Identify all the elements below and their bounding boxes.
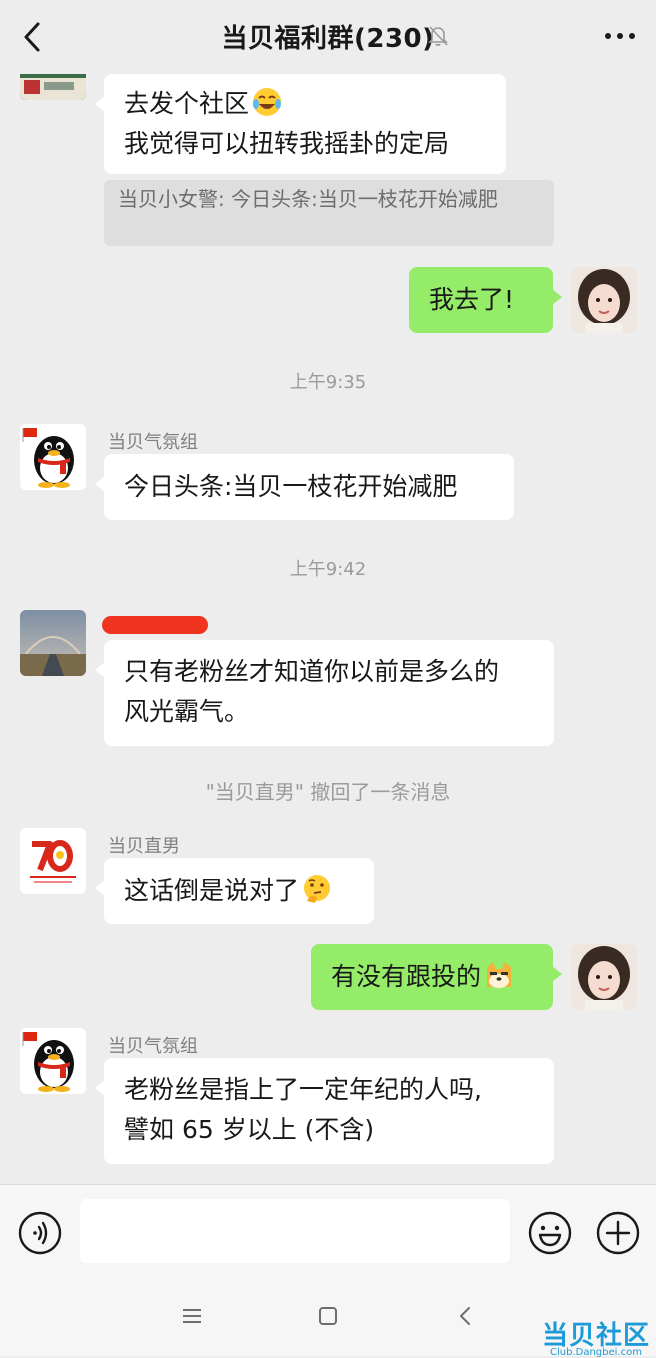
message-bubble[interactable]: 今日头条:当贝一枝花开始减肥 [95, 454, 514, 520]
message-bubble[interactable]: 只有老粉丝才知道你以前是多么的 风光霸气。 [95, 640, 554, 746]
qq-penguin-icon [20, 424, 86, 490]
input-bar [0, 1184, 656, 1278]
menu-icon[interactable] [180, 1304, 204, 1328]
message-bubble-self[interactable]: 我去了! [409, 267, 562, 333]
message-text: 老粉丝是指上了一定年纪的人吗, [124, 1075, 482, 1104]
message-bubble-self[interactable]: 有没有跟投的 [311, 944, 562, 1010]
message-text: 今日头条:当贝一枝花开始减肥 [124, 472, 458, 501]
message-text: 风光霸气。 [124, 697, 250, 726]
site-watermark: 当贝社区 Club.Dangbei.com [542, 1322, 650, 1358]
sender-name: 当贝气氛组 [108, 432, 198, 453]
sender-name: 当贝气氛组 [108, 1036, 198, 1057]
timestamp: 上午9:35 [289, 372, 367, 393]
message-bubble[interactable]: 这话倒是说对了 [95, 858, 374, 924]
avatar-70-logo-image [20, 828, 86, 894]
emoji-icon[interactable] [528, 1211, 572, 1255]
avatar[interactable] [20, 1028, 86, 1094]
timestamp: 上午9:42 [289, 559, 367, 580]
message-text: 只有老粉丝才知道你以前是多么的 [124, 657, 500, 686]
watermark-url: Club.Dangbei.com [550, 1347, 642, 1358]
thinking-emoji [304, 875, 331, 903]
chat-header: 当贝福利群(230) [0, 0, 656, 74]
chat-title: 当贝福利群(230) [221, 24, 435, 54]
avatar-girl-image [571, 267, 637, 333]
avatar-girl-image [571, 944, 637, 1010]
laughing-tears-emoji [253, 88, 282, 116]
message-bubble[interactable]: 去发个社区 我觉得可以扭转我摇卦的定局 [95, 74, 506, 174]
avatar[interactable] [20, 610, 86, 676]
avatar[interactable] [20, 828, 86, 894]
back-triangle-icon[interactable] [454, 1304, 478, 1328]
redacted-sender-name [102, 616, 208, 634]
message-text: 譬如 65 岁以上 (不含) [124, 1115, 375, 1144]
avatar[interactable] [20, 424, 86, 490]
recall-notice: "当贝直男" 撤回了一条消息 [205, 780, 451, 804]
watermark-title: 当贝社区 [541, 1320, 650, 1350]
message-text: 这话倒是说对了 [124, 876, 300, 905]
message-text: 去发个社区 [124, 84, 486, 124]
message-list[interactable]: 去发个社区 我觉得可以扭转我摇卦的定局 当贝小女警: 今日头条:当贝一枝花开始减… [0, 0, 656, 1184]
message-text: 我觉得可以扭转我摇卦的定局 [124, 129, 450, 158]
quoted-message[interactable]: 当贝小女警: 今日头条:当贝一枝花开始减肥 [104, 180, 554, 246]
self-avatar[interactable] [571, 944, 637, 1010]
message-text: 我去了! [429, 285, 515, 314]
more-dots-icon[interactable] [600, 22, 640, 50]
doge-emoji [487, 962, 512, 988]
self-avatar[interactable] [571, 267, 637, 333]
home-square-icon[interactable] [316, 1304, 340, 1328]
voice-input-icon[interactable] [18, 1211, 62, 1255]
avatar-landscape-image [20, 610, 86, 676]
plus-icon[interactable] [596, 1211, 640, 1255]
qq-penguin-icon [20, 1028, 86, 1094]
message-bubble[interactable]: 老粉丝是指上了一定年纪的人吗, 譬如 65 岁以上 (不含) [95, 1058, 554, 1164]
message-text: 有没有跟投的 [331, 962, 482, 991]
bell-muted-icon [428, 26, 448, 46]
sender-name: 当贝直男 [108, 836, 180, 857]
message-input[interactable] [80, 1199, 510, 1263]
